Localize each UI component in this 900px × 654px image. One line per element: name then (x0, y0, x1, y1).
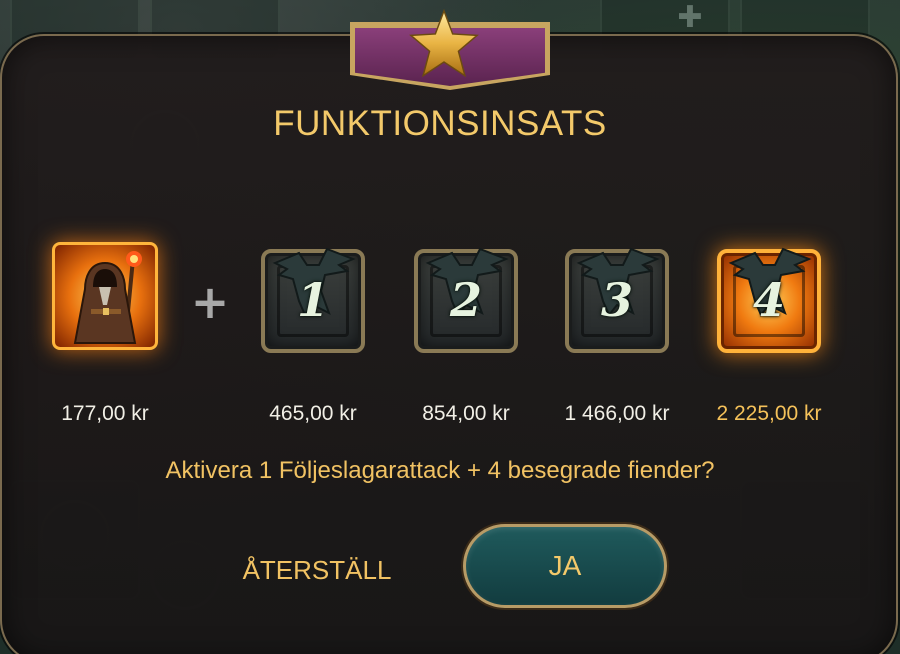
level-price-4: 2 225,00 kr (716, 402, 822, 425)
level-number: 1 (296, 273, 329, 327)
confirm-question: Aktivera 1 Följeslagarattack + 4 besegra… (165, 457, 715, 484)
level-price-3: 1 466,00 kr (564, 402, 670, 425)
confirm-button[interactable]: JA (463, 524, 667, 608)
level-tile-2[interactable]: 2 (414, 247, 518, 353)
level-price-1: 465,00 kr (269, 402, 357, 425)
level-tile-3[interactable]: 3 (565, 247, 669, 353)
dialog-title: FUNKTIONSINSATS (273, 104, 607, 143)
level-number: 4 (752, 273, 785, 327)
level-number: 3 (600, 273, 633, 327)
level-price-2: 854,00 kr (422, 402, 510, 425)
plus-icon: + (190, 275, 230, 329)
level-tile-1[interactable]: 1 (261, 247, 365, 353)
star-icon (406, 6, 482, 82)
level-number: 2 (449, 273, 482, 327)
plus-icon: ✚ (677, 0, 703, 35)
base-price: 177,00 kr (61, 402, 149, 425)
wizard-symbol[interactable] (52, 242, 158, 350)
wizard-icon (73, 251, 142, 344)
reset-button[interactable]: ÅTERSTÄLL (236, 546, 398, 594)
level-tile-4[interactable]: 4 (717, 247, 821, 353)
